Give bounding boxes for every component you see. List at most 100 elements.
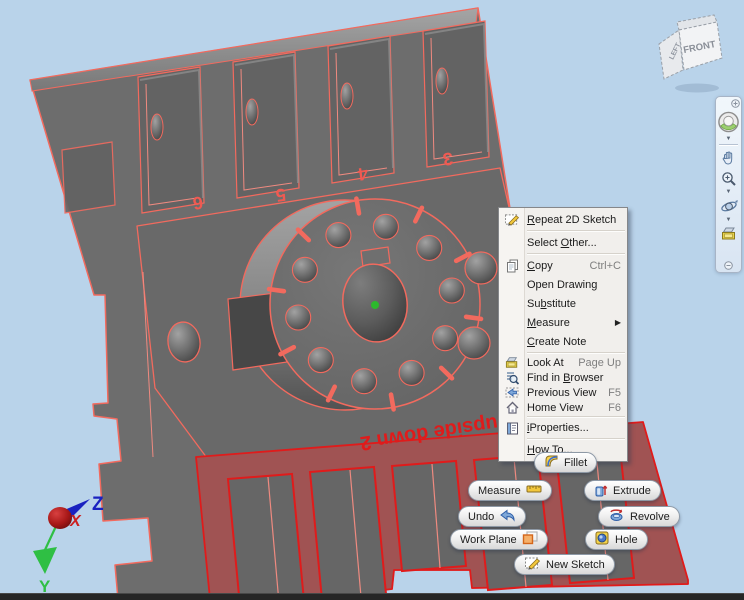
menu-item-iproperties[interactable]: iProperties... xyxy=(499,419,627,437)
menu-item-label: Previous View xyxy=(527,386,597,399)
menu-icon-empty xyxy=(501,316,523,330)
new-sketch-label: New Sketch xyxy=(546,558,605,571)
boss-ring-hole[interactable] xyxy=(416,234,443,261)
menu-item-label: Select Other... xyxy=(527,236,597,249)
menu-item-label: Create Note xyxy=(527,335,587,348)
menu-item-look-at[interactable]: Look At Page Up xyxy=(499,355,627,370)
pan-hand-icon[interactable] xyxy=(717,148,740,168)
expand-dot-icon[interactable] xyxy=(718,99,740,108)
boss-ring-hole[interactable] xyxy=(438,277,465,304)
x-axis-arrow xyxy=(48,507,72,529)
measure-button[interactable]: Measure xyxy=(468,480,552,501)
previous-view-icon xyxy=(501,386,523,400)
sketch-icon xyxy=(524,556,541,573)
orbit-icon[interactable] xyxy=(717,195,740,217)
chevron-down-icon[interactable]: ▼ xyxy=(717,136,740,142)
minimize-dot-icon[interactable] xyxy=(717,261,740,270)
navbar-divider xyxy=(719,144,738,146)
boss-ring-hole[interactable] xyxy=(351,368,378,395)
zoom-icon[interactable] xyxy=(717,168,740,189)
properties-icon xyxy=(501,421,523,435)
view-cube-shadow xyxy=(675,83,719,93)
copy-icon xyxy=(501,259,523,273)
ruler-icon xyxy=(526,483,542,498)
menu-item-home-view[interactable]: Home View F6 xyxy=(499,400,627,415)
boss-scallop[interactable] xyxy=(457,326,491,360)
menu-item-label: Open Drawing xyxy=(527,278,598,291)
menu-item-shortcut: F5 xyxy=(608,386,621,399)
menu-item-create-note[interactable]: Create Note xyxy=(499,332,627,351)
extrude-label: Extrude xyxy=(613,484,651,497)
boss-ring-hole[interactable] xyxy=(307,347,334,374)
fillet-label: Fillet xyxy=(564,456,588,469)
menu-item-label: Measure xyxy=(527,316,570,329)
boss-slot-tick xyxy=(354,196,362,216)
menu-item-shortcut: F6 xyxy=(608,401,621,414)
menu-item-shortcut: Ctrl+C xyxy=(589,259,621,272)
boss-ring-hole[interactable] xyxy=(285,304,312,331)
menu-separator xyxy=(527,438,625,440)
extrude-button[interactable]: Extrude xyxy=(584,480,661,501)
menu-icon-empty xyxy=(501,278,523,292)
navigation-bar: ▼ ▼ ▼ xyxy=(715,96,742,273)
menu-separator xyxy=(527,253,625,255)
menu-item-label: Find in Browser xyxy=(527,371,604,384)
menu-separator xyxy=(527,230,625,232)
steering-wheel-icon[interactable] xyxy=(717,108,740,136)
undo-label: Undo xyxy=(468,510,495,523)
menu-item-label: Substitute xyxy=(527,297,576,310)
fillet-button[interactable]: Fillet xyxy=(534,452,598,473)
boss-ring-hole[interactable] xyxy=(291,256,318,283)
bottom-bar xyxy=(0,593,744,600)
hole-button[interactable]: Hole xyxy=(585,529,648,550)
look-at-icon xyxy=(501,356,523,370)
center-work-point[interactable] xyxy=(371,301,379,309)
menu-separator xyxy=(527,352,625,354)
submenu-arrow-icon: ▶ xyxy=(614,318,621,327)
boss-ring-hole[interactable] xyxy=(432,325,459,352)
menu-item-label: Repeat 2D Sketch xyxy=(527,213,617,226)
extrude-icon xyxy=(594,482,608,500)
menu-item-find-in-browser[interactable]: Find in Browser xyxy=(499,370,627,385)
origin-indicator: X Z Y xyxy=(33,494,104,596)
boss-ring-hole[interactable] xyxy=(398,359,425,386)
revolve-button[interactable]: Revolve xyxy=(598,506,680,527)
workplane-icon xyxy=(522,531,538,548)
home-icon xyxy=(501,401,523,415)
menu-separator xyxy=(527,416,625,418)
menu-item-label: Look At xyxy=(527,356,564,369)
z-axis-label: Z xyxy=(92,494,104,515)
menu-icon-empty xyxy=(501,443,523,457)
menu-item-substitute[interactable]: Substitute xyxy=(499,294,627,313)
menu-item-measure[interactable]: Measure ▶ xyxy=(499,313,627,332)
menu-item-shortcut: Page Up xyxy=(578,356,621,369)
x-axis-label: X xyxy=(69,513,82,530)
boss-slot-tick xyxy=(388,392,396,412)
new-sketch-button[interactable]: New Sketch xyxy=(514,554,615,575)
measure-label: Measure xyxy=(478,484,521,497)
work-plane-label: Work Plane xyxy=(460,533,517,546)
look-at-face-icon[interactable] xyxy=(717,223,740,244)
menu-item-repeat-2d-sketch[interactable]: Repeat 2D Sketch xyxy=(499,210,627,229)
menu-item-previous-view[interactable]: Previous View F5 xyxy=(499,385,627,400)
boss-ring-hole[interactable] xyxy=(325,222,352,249)
work-plane-button[interactable]: Work Plane xyxy=(450,529,548,550)
boss-slot-tick xyxy=(266,286,287,294)
view-cube[interactable]: LEFT FRONT xyxy=(658,14,723,93)
hole-icon xyxy=(595,531,610,548)
menu-item-open-drawing[interactable]: Open Drawing xyxy=(499,275,627,294)
undo-button[interactable]: Undo xyxy=(458,506,527,527)
boss-slot-tick xyxy=(463,314,484,322)
menu-item-label: iProperties... xyxy=(527,422,589,434)
revolve-label: Revolve xyxy=(630,510,670,523)
cad-application-window: { "canvas": { "background": "#b9d3ea", "… xyxy=(0,0,744,600)
hole-label: Hole xyxy=(615,533,638,546)
menu-item-copy[interactable]: Copy Ctrl+C xyxy=(499,256,627,275)
revolve-icon xyxy=(608,508,625,525)
boss-ring-hole[interactable] xyxy=(372,213,399,240)
boss-scallop[interactable] xyxy=(464,251,498,285)
y-axis-arrow xyxy=(33,547,57,574)
menu-icon-empty xyxy=(501,236,523,250)
menu-item-select-other[interactable]: Select Other... xyxy=(499,233,627,252)
menu-icon-empty xyxy=(501,335,523,349)
